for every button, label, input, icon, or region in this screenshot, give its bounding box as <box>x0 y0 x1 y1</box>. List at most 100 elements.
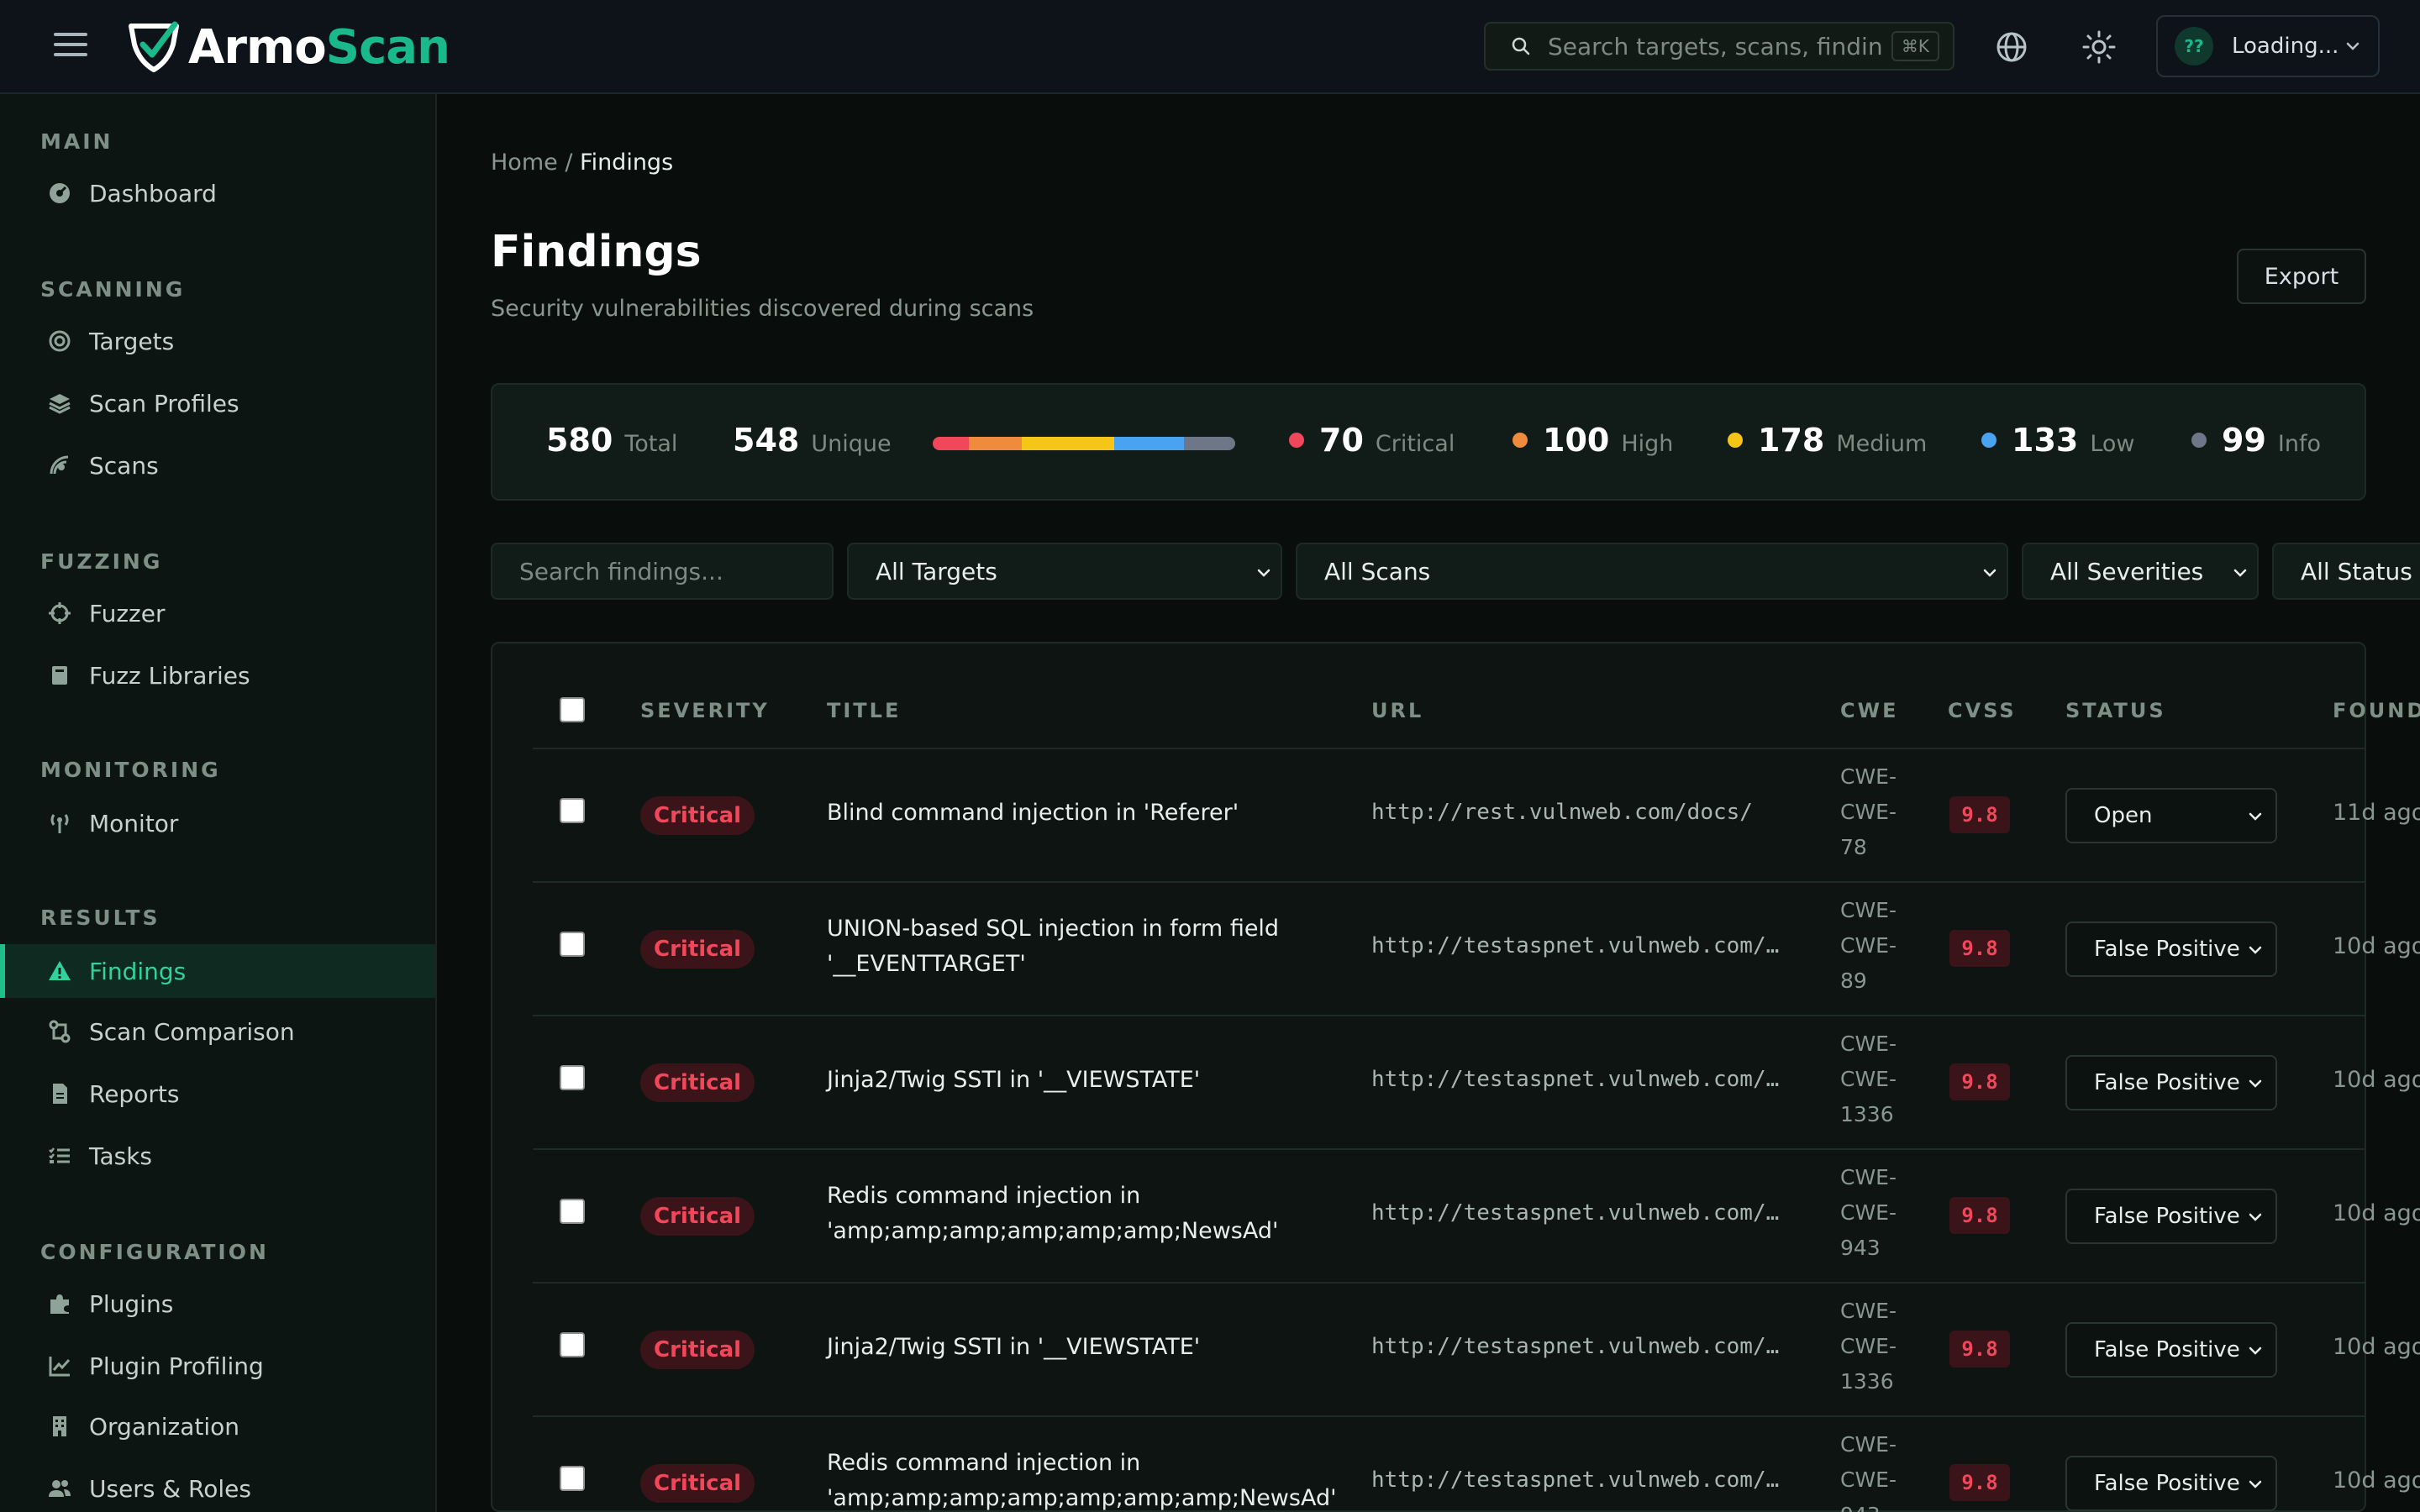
status-select[interactable]: Open <box>2065 787 2277 843</box>
finding-cwe: CWE- CWE- 1336 <box>1840 1294 1897 1399</box>
global-search[interactable]: ⌘K <box>1484 22 1954 71</box>
sun-icon[interactable] <box>2082 30 2116 64</box>
row-divider <box>533 748 2366 749</box>
building-icon <box>53 1416 66 1436</box>
sidebar-item-monitor[interactable]: Monitor <box>0 796 435 850</box>
row-checkbox[interactable] <box>560 1331 585 1357</box>
top-bar: ArmoScan ⌘K ?? Loading... <box>0 0 2420 94</box>
sidebar-item-organization[interactable]: Organization <box>0 1399 435 1453</box>
sidebar-item-findings[interactable]: Findings <box>0 944 435 998</box>
severity-badge: Critical <box>640 1063 755 1102</box>
column-header-url[interactable]: URL <box>1371 699 1423 722</box>
chart-icon <box>49 1357 71 1377</box>
sidebar-item-scans[interactable]: Scans <box>0 438 435 492</box>
row-checkbox[interactable] <box>560 1198 585 1224</box>
stat-unique: 548 Unique <box>733 422 892 459</box>
finding-url: http://testaspnet.vulnweb.com/… <box>1371 1333 1780 1359</box>
status-value: False Positive <box>2094 1203 2240 1229</box>
breadcrumb: Home / Findings <box>491 150 673 176</box>
stat-low-label: Low <box>2090 431 2135 457</box>
menu-icon[interactable] <box>54 33 87 60</box>
status-value: False Positive <box>2094 1069 2240 1095</box>
status-select[interactable]: False Positive <box>2065 921 2277 977</box>
user-name: Loading... <box>2232 34 2339 59</box>
column-header-cvss[interactable]: CVSS <box>1948 699 2017 722</box>
breadcrumb-home[interactable]: Home <box>491 150 558 176</box>
severities-filter-select[interactable]: All Severities <box>2022 543 2259 600</box>
row-checkbox[interactable] <box>560 1465 585 1491</box>
finding-url: http://testaspnet.vulnweb.com/… <box>1371 932 1780 958</box>
findings-search-input[interactable] <box>519 557 818 585</box>
search-icon <box>1512 37 1530 55</box>
status-select[interactable]: False Positive <box>2065 1321 2277 1378</box>
sidebar-item-scan-comparison[interactable]: Scan Comparison <box>0 1005 435 1058</box>
warning-icon <box>49 961 71 980</box>
sidebar-item-plugins[interactable]: Plugins <box>0 1277 435 1331</box>
sidebar-item-label: Scans <box>89 451 159 480</box>
severity-badge: Critical <box>640 1463 755 1503</box>
finding-title[interactable]: Redis command injection in 'amp;amp;amp;… <box>827 1179 1297 1249</box>
sidebar-item-label: Monitor <box>89 809 179 837</box>
user-menu[interactable]: ?? Loading... <box>2156 15 2380 77</box>
row-divider <box>533 1015 2366 1016</box>
logo-text-armo: Armo <box>188 19 327 75</box>
sidebar-item-reports[interactable]: Reports <box>0 1067 435 1121</box>
cwe-line: CWE- <box>1840 1333 1897 1358</box>
finding-title[interactable]: Jinja2/Twig SSTI in '__VIEWSTATE' <box>827 1330 1297 1365</box>
finding-cwe: CWE- CWE- 89 <box>1840 893 1897 999</box>
finding-title[interactable]: Jinja2/Twig SSTI in '__VIEWSTATE' <box>827 1063 1297 1098</box>
cwe-line: CWE- <box>1840 764 1897 789</box>
sidebar-item-label: Dashboard <box>89 179 217 207</box>
stat-total: 580 Total <box>546 422 677 459</box>
status-value: False Positive <box>2094 1470 2240 1496</box>
column-header-title[interactable]: TITLE <box>827 699 901 722</box>
found-time: 10d ago <box>2333 932 2420 959</box>
targets-filter-value: All Targets <box>876 557 997 585</box>
status-filter-select[interactable]: All Status <box>2272 543 2420 600</box>
finding-title[interactable]: UNION-based SQL injection in form field … <box>827 911 1297 982</box>
cwe-line: 89 <box>1840 968 1867 993</box>
logo[interactable]: ArmoScan <box>126 18 450 76</box>
column-header-found[interactable]: FOUND <box>2333 699 2420 722</box>
found-time: 10d ago <box>2333 1467 2420 1494</box>
stat-total-value: 580 <box>546 422 613 459</box>
sidebar-section-configuration: CONFIGURATION <box>40 1240 269 1264</box>
finding-title[interactable]: Blind command injection in 'Referer' <box>827 795 1297 831</box>
status-select[interactable]: False Positive <box>2065 1054 2277 1110</box>
stat-high-label: High <box>1621 431 1674 457</box>
row-checkbox[interactable] <box>560 797 585 823</box>
targets-filter-select[interactable]: All Targets <box>847 543 1282 600</box>
status-select[interactable]: False Positive <box>2065 1455 2277 1511</box>
sidebar-item-scan-profiles[interactable]: Scan Profiles <box>0 376 435 430</box>
scans-filter-select[interactable]: All Scans <box>1296 543 2008 600</box>
avatar: ?? <box>2175 27 2213 66</box>
sidebar-item-fuzz-libraries[interactable]: Fuzz Libraries <box>0 648 435 702</box>
severity-bar-segment-low <box>1113 437 1184 450</box>
compare-icon <box>49 1020 71 1043</box>
sidebar-item-fuzzer[interactable]: Fuzzer <box>0 586 435 640</box>
row-checkbox[interactable] <box>560 931 585 957</box>
puzzle-icon <box>50 1294 69 1314</box>
sidebar-item-label: Scan Profiles <box>89 389 239 417</box>
users-icon <box>49 1480 71 1497</box>
column-header-status[interactable]: STATUS <box>2065 699 2166 722</box>
sidebar-item-tasks[interactable]: Tasks <box>0 1129 435 1183</box>
sidebar-item-targets[interactable]: Targets <box>0 314 435 368</box>
column-header-severity[interactable]: SEVERITY <box>640 699 770 722</box>
sidebar-item-users-roles[interactable]: Users & Roles <box>0 1462 435 1512</box>
row-checkbox[interactable] <box>560 1064 585 1090</box>
global-search-input[interactable] <box>1548 32 1883 60</box>
stat-info-value: 99 <box>2222 422 2266 459</box>
file-icon <box>53 1084 67 1104</box>
column-header-cwe[interactable]: CWE <box>1840 699 1898 722</box>
findings-search[interactable] <box>491 543 834 600</box>
sidebar-item-dashboard[interactable]: Dashboard <box>0 166 435 220</box>
stat-low-value: 133 <box>2012 422 2079 459</box>
cvss-score: 9.8 <box>1949 1063 2010 1100</box>
status-select[interactable]: False Positive <box>2065 1188 2277 1244</box>
select-all-checkbox[interactable] <box>560 697 585 722</box>
finding-title[interactable]: Redis command injection in 'amp;amp;amp;… <box>827 1446 1337 1512</box>
export-button[interactable]: Export <box>2237 249 2366 304</box>
sidebar-item-plugin-profiling[interactable]: Plugin Profiling <box>0 1339 435 1393</box>
globe-icon[interactable] <box>1995 30 2028 64</box>
